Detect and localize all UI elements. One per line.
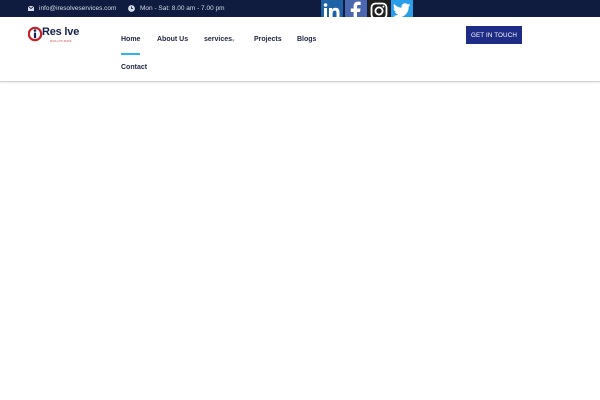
chevron-down-icon: ▾ xyxy=(232,38,235,44)
logo-mark xyxy=(28,26,43,42)
nav-projects[interactable]: Projects xyxy=(254,36,282,43)
nav-blogs[interactable]: Blogs xyxy=(297,36,316,43)
nav-about-us[interactable]: About Us xyxy=(157,36,188,43)
nav-active-indicator xyxy=(121,53,140,55)
topbar-hours: Mon - Sat: 8.00 am - 7.00 pm xyxy=(128,0,225,17)
clock-icon xyxy=(128,5,135,12)
email-text: info@iresolveservices.com xyxy=(39,5,117,12)
logo-subtext: SOLUTIONS xyxy=(50,39,72,43)
brand-logo[interactable]: Res lve SOLUTIONS xyxy=(28,25,84,45)
nav-contact[interactable]: Contact xyxy=(121,64,147,71)
logo-text: Res lve xyxy=(42,26,80,38)
site-header: Res lve SOLUTIONS Home About Us services… xyxy=(0,17,600,82)
nav-services[interactable]: services xyxy=(204,36,232,43)
mail-icon xyxy=(28,6,34,11)
twitter-icon xyxy=(393,3,411,18)
nav-home[interactable]: Home xyxy=(121,36,140,43)
hours-text: Mon - Sat: 8.00 am - 7.00 pm xyxy=(140,5,225,12)
topbar-email[interactable]: info@iresolveservices.com xyxy=(28,0,116,17)
get-in-touch-button[interactable]: GET IN TOUCH xyxy=(466,26,522,44)
topbar: info@iresolveservices.com Mon - Sat: 8.0… xyxy=(0,0,600,17)
